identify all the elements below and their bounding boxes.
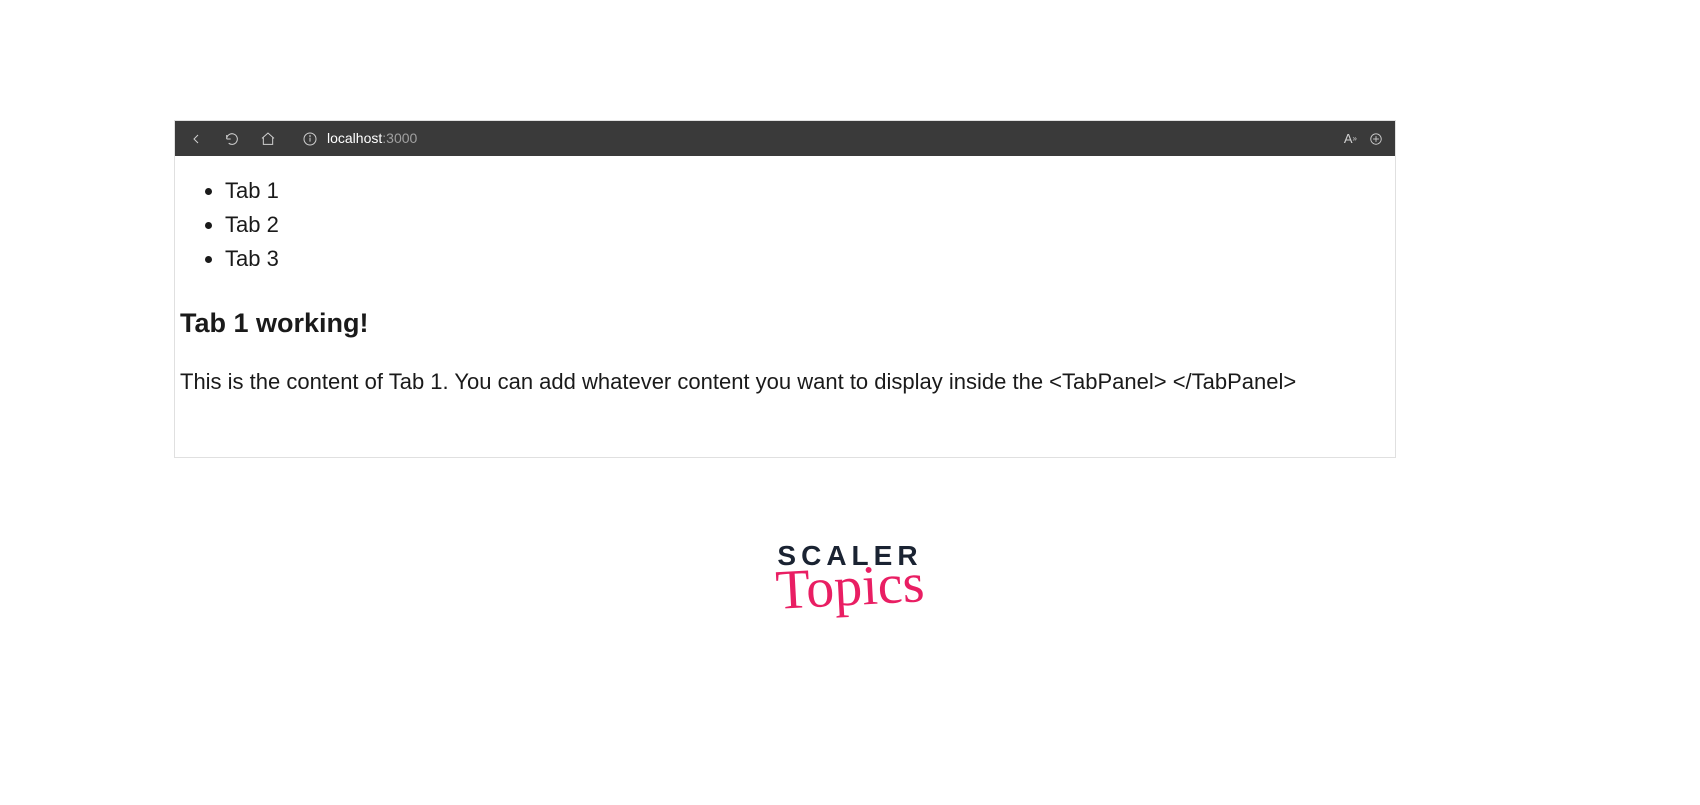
url-host: localhost	[327, 130, 382, 146]
page-content: Tab 1 Tab 2 Tab 3 Tab 1 working! This is…	[175, 156, 1395, 457]
tab-content-text: This is the content of Tab 1. You can ad…	[180, 367, 1385, 398]
scaler-topics-logo: SCALER Topics	[776, 540, 925, 612]
tab-heading: Tab 1 working!	[180, 308, 1385, 339]
tab-item-3[interactable]: Tab 3	[225, 242, 1385, 276]
add-tab-icon[interactable]	[1369, 132, 1383, 146]
back-icon[interactable]	[187, 130, 205, 148]
toolbar-right: A»	[1344, 131, 1383, 146]
home-icon[interactable]	[259, 130, 277, 148]
tab-list: Tab 1 Tab 2 Tab 3	[225, 174, 1385, 276]
address-bar[interactable]: localhost:3000	[301, 130, 417, 148]
browser-window: localhost:3000 A» Tab 1 Tab 2 Tab 3 Tab …	[174, 120, 1396, 458]
tab-item-2[interactable]: Tab 2	[225, 208, 1385, 242]
url-text: localhost:3000	[327, 130, 417, 148]
read-aloud-icon[interactable]: A»	[1344, 131, 1357, 146]
info-icon[interactable]	[301, 130, 319, 148]
browser-toolbar: localhost:3000 A»	[175, 121, 1395, 156]
refresh-icon[interactable]	[223, 130, 241, 148]
logo-line2: Topics	[775, 558, 926, 616]
tab-item-1[interactable]: Tab 1	[225, 174, 1385, 208]
url-port: :3000	[382, 130, 417, 146]
